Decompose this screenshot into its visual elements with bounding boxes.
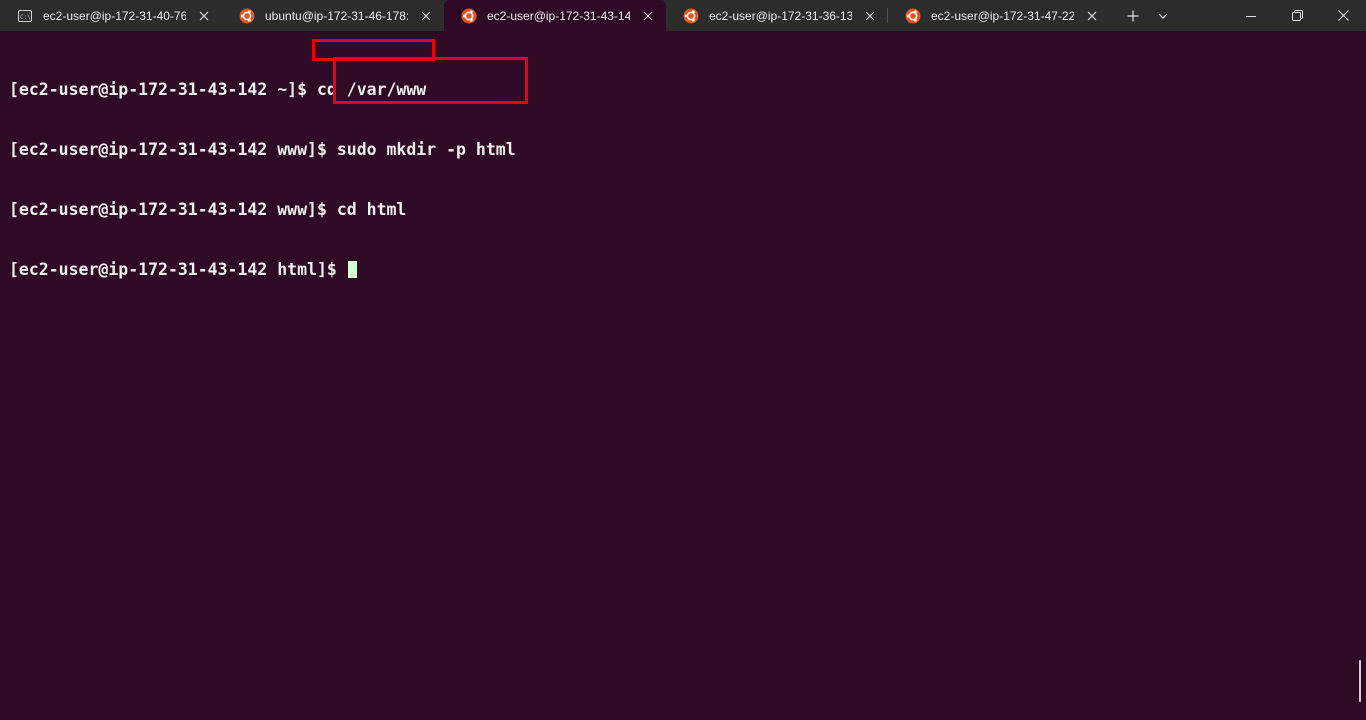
- restore-icon: [1291, 10, 1303, 21]
- prompt: [ec2-user@ip-172-31-43-142 html]$: [9, 260, 347, 279]
- terminal-line: [ec2-user@ip-172-31-43-142 www]$ sudo mk…: [9, 140, 1354, 160]
- prompt: [ec2-user@ip-172-31-43-142 ~]$: [9, 80, 317, 99]
- ubuntu-icon: [461, 8, 477, 24]
- minimize-button[interactable]: [1228, 0, 1274, 31]
- new-tab-button[interactable]: [1118, 0, 1148, 31]
- tab-1[interactable]: C:\ ec2-user@ip-172-31-40-76:: [0, 0, 222, 31]
- tab-title: ec2-user@ip-172-31-47-221: [931, 8, 1074, 23]
- tab-2[interactable]: ubuntu@ip-172-31-46-178:: [222, 0, 444, 31]
- prompt: [ec2-user@ip-172-31-43-142 www]$: [9, 200, 337, 219]
- tab-title: ec2-user@ip-172-31-36-139: [709, 8, 852, 23]
- chevron-down-icon: [1158, 13, 1168, 19]
- svg-text:C:\: C:\: [20, 14, 31, 21]
- terminal-line: [ec2-user@ip-172-31-43-142 www]$ cd html: [9, 200, 1354, 220]
- ubuntu-icon: [683, 8, 699, 24]
- command-text: cd html: [336, 200, 407, 219]
- window-controls: [1228, 0, 1366, 31]
- close-icon[interactable]: [862, 8, 878, 24]
- close-icon[interactable]: [1084, 8, 1100, 24]
- tab-3-active[interactable]: ec2-user@ip-172-31-43-142: [444, 0, 666, 31]
- tab-5[interactable]: ec2-user@ip-172-31-47-221: [888, 0, 1110, 31]
- prompt: [ec2-user@ip-172-31-43-142 www]$: [9, 140, 337, 159]
- terminal-output[interactable]: [ec2-user@ip-172-31-43-142 ~]$ cd /var/w…: [9, 40, 1354, 720]
- ubuntu-icon: [905, 8, 921, 24]
- tab-title: ubuntu@ip-172-31-46-178:: [265, 8, 408, 23]
- close-icon[interactable]: [640, 8, 656, 24]
- ubuntu-icon: [239, 8, 255, 24]
- close-icon[interactable]: [196, 8, 212, 24]
- command-text: cd /var/www: [316, 80, 427, 99]
- plus-icon: [1127, 10, 1139, 21]
- tab-4[interactable]: ec2-user@ip-172-31-36-139: [666, 0, 888, 31]
- close-icon[interactable]: [418, 8, 434, 24]
- restore-button[interactable]: [1274, 0, 1320, 31]
- tab-title: ec2-user@ip-172-31-43-142: [487, 8, 630, 23]
- command-text: sudo mkdir -p html: [336, 140, 516, 159]
- cmd-icon: C:\: [17, 8, 33, 24]
- close-icon: [1337, 10, 1349, 21]
- scrollbar-thumb[interactable]: [1359, 660, 1361, 702]
- tab-title: ec2-user@ip-172-31-40-76:: [43, 8, 186, 23]
- tab-bar: C:\ ec2-user@ip-172-31-40-76: ubuntu@ip-…: [0, 0, 1366, 31]
- minimize-icon: [1246, 15, 1256, 17]
- text-cursor: [347, 261, 357, 278]
- terminal-line: [ec2-user@ip-172-31-43-142 ~]$ cd /var/w…: [9, 80, 1354, 100]
- terminal-line: [ec2-user@ip-172-31-43-142 html]$: [9, 260, 1354, 280]
- close-window-button[interactable]: [1320, 0, 1366, 31]
- tab-dropdown-button[interactable]: [1148, 0, 1178, 31]
